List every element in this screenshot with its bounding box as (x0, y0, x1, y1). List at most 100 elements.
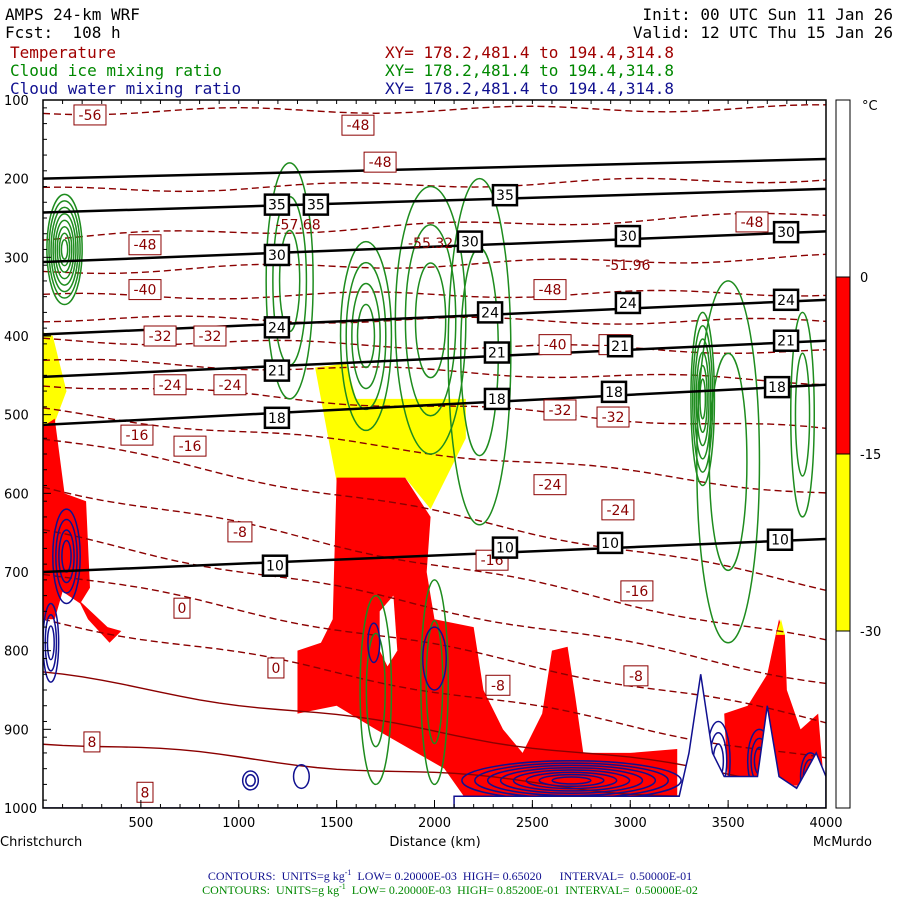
theta-label-text: 10 (266, 559, 284, 575)
theta-label: 30 (263, 243, 291, 267)
colorbar-band (835, 453, 851, 632)
footer-sup: -1 (339, 882, 346, 891)
x-tick-label: 1500 (320, 816, 353, 831)
temperature-label: 0 (267, 657, 285, 679)
y-tick-label: 400 (4, 330, 29, 345)
theta-label-text: 35 (307, 198, 325, 214)
temperature-label: -16 (120, 424, 154, 446)
x-tick-label: 1000 (222, 816, 255, 831)
theta-label-text: 30 (777, 225, 795, 241)
temperature-label: -8 (485, 674, 511, 696)
x-tick-label: 2000 (418, 816, 451, 831)
temperature-label-text: -48 (741, 215, 764, 231)
temperature-extremum-label-text: -57.68 (275, 217, 320, 233)
temperature-label-text: -48 (369, 155, 392, 171)
theta-label: 10 (261, 554, 289, 577)
theta-label: 18 (263, 406, 291, 430)
temperature-label-text: -16 (179, 439, 202, 455)
temperature-label-text: -24 (159, 378, 182, 394)
y-tick-label: 800 (4, 645, 29, 660)
theta-label: 10 (596, 531, 624, 555)
footer-cloud-ice-contours: CONTOURS: UNITS=g kg-1 LOW= 0.20000E-03 … (0, 880, 900, 897)
theta-label-text: 18 (605, 385, 623, 401)
temperature-label: -32 (596, 406, 630, 428)
temperature-extremum-label: -51.96 (605, 258, 650, 274)
temperature-label: -24 (213, 374, 247, 396)
theta-label: 30 (772, 220, 800, 244)
y-tick-label: 900 (4, 723, 29, 738)
theta-label: 10 (491, 536, 519, 559)
cloud-ice-contour (708, 352, 748, 572)
potential-temperature-line (43, 187, 826, 214)
theta-label: 35 (263, 193, 291, 216)
cloud-water-contour (241, 770, 260, 791)
cloud-ice-contour (794, 352, 811, 477)
temperature-label-text: 0 (271, 661, 280, 677)
x-tick-label: 4000 (809, 816, 842, 831)
isotherm-line (43, 177, 826, 193)
footer-text: LOW= 0.20000E-03 HIGH= 0.85200E-01 INTER… (345, 883, 698, 897)
temperature-label: -16 (173, 435, 207, 457)
temperature-fill-region (43, 332, 67, 431)
theta-label-text: 21 (777, 334, 795, 350)
temperature-label: -16 (620, 580, 654, 602)
x-end-label: McMurdo (813, 835, 872, 850)
temperature-label-text: -8 (233, 525, 247, 541)
temperature-label: -8 (623, 665, 649, 687)
theta-label-text: 24 (777, 293, 795, 309)
theta-label: 18 (763, 375, 791, 399)
theta-label-text: 30 (461, 235, 479, 251)
cloud-ice-contour (696, 280, 761, 644)
x-tick-label: 3500 (712, 816, 745, 831)
temperature-label: -48 (533, 279, 567, 301)
y-tick-label: 700 (4, 566, 29, 581)
cloud-water-contour (292, 763, 310, 790)
theta-label: 24 (263, 316, 291, 339)
theta-label-text: 30 (268, 248, 286, 264)
temperature-label: -24 (153, 374, 187, 396)
theta-label: 24 (772, 288, 800, 312)
colorbar-tick-label: -30 (860, 625, 881, 640)
theta-label-text: 30 (619, 229, 637, 245)
temperature-label-text: -56 (79, 108, 102, 124)
temperature-label: -8 (227, 521, 253, 543)
temperature-extremum-label: -55.32 (408, 236, 453, 252)
x-tick-label: 500 (128, 816, 153, 831)
theta-label-text: 24 (619, 296, 637, 312)
colorbar-unit: °C (862, 99, 878, 114)
temperature-extremum-label-text: -51.96 (605, 258, 650, 274)
theta-label: 21 (483, 341, 511, 364)
temperature-label-text: -8 (629, 669, 643, 685)
cloud-water-contour (245, 774, 256, 787)
temperature-label-text: -32 (602, 410, 625, 426)
temperature-label: -48 (341, 114, 375, 136)
temperature-label-text: 0 (178, 601, 187, 617)
temperature-label-text: -32 (149, 329, 172, 345)
theta-label-text: 10 (601, 536, 619, 552)
temperature-label-text: -40 (134, 283, 157, 299)
theta-label: 18 (600, 380, 628, 404)
y-tick-label: 600 (4, 487, 29, 502)
temperature-label-text: -24 (539, 478, 562, 494)
temperature-label-text: -8 (491, 678, 505, 694)
x-axis-title: Distance (km) (389, 835, 480, 850)
temperature-label: 8 (83, 731, 101, 753)
temperature-label: -24 (533, 474, 567, 496)
footer-text: CONTOURS: UNITS=g kg (202, 883, 340, 897)
temperature-label-text: -48 (347, 118, 370, 134)
temperature-label: -24 (601, 499, 635, 521)
cloud-ice-contour (356, 303, 376, 369)
theta-label-text: 21 (611, 339, 629, 355)
temperature-label-text: 8 (141, 785, 150, 801)
x-start-label: Christchurch (0, 835, 82, 850)
temperature-extremum-label: -57.68 (275, 217, 320, 233)
temperature-label: -48 (128, 234, 162, 256)
temperature-label-text: 8 (87, 735, 96, 751)
theta-label: 24 (476, 301, 504, 324)
temperature-label-text: -32 (549, 403, 572, 419)
temperature-label-text: -16 (126, 428, 149, 444)
theta-label-text: 21 (268, 364, 286, 380)
cloud-ice-contour (699, 378, 707, 420)
theta-label: 35 (302, 193, 330, 216)
theta-label: 30 (456, 230, 484, 253)
